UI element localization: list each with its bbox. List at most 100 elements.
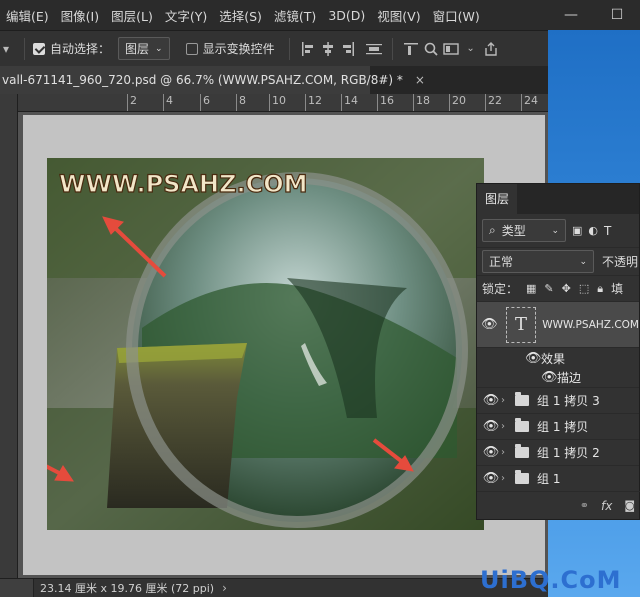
distribute-icon[interactable] <box>364 39 384 59</box>
ruler-tick: 18 <box>413 94 430 111</box>
fx-icon[interactable]: fx <box>601 499 612 513</box>
menu-edit[interactable]: 编辑(E) <box>0 6 55 25</box>
divider <box>288 37 290 60</box>
frame-icon[interactable] <box>441 39 461 59</box>
distribute-glyph <box>365 43 382 54</box>
image-filter-icon[interactable]: ▣ <box>572 224 582 237</box>
align-left-icon[interactable] <box>298 39 318 59</box>
layer-row-group[interactable]: 👁︎ › 组 1 拷贝 2 <box>477 440 639 466</box>
horizontal-ruler[interactable]: 2 4 6 8 10 12 14 16 18 20 22 24 <box>18 94 548 112</box>
show-transform-checkbox[interactable] <box>185 42 198 55</box>
fill-label: 填 <box>611 282 624 296</box>
visibility-eye-icon[interactable]: 👁︎ <box>481 317 498 332</box>
layer-row-group[interactable]: 👁︎ › 组 1 <box>477 466 639 492</box>
move-icon[interactable]: ✥ <box>562 282 571 295</box>
close-icon[interactable]: × <box>415 73 425 87</box>
ruler-tick: 8 <box>236 94 246 111</box>
site-watermark: UiBQ.CoM <box>480 566 622 594</box>
minimize-button[interactable]: — <box>548 7 594 23</box>
frame-glyph <box>442 42 459 55</box>
layer-filter-value: 类型 <box>501 224 526 238</box>
layer-name: 组 1 <box>537 472 561 486</box>
chevron-down-icon[interactable]: ⌄ <box>461 39 481 59</box>
document-canvas[interactable]: WWW.PSAHZ.COM <box>47 158 484 530</box>
share-icon[interactable] <box>481 39 501 59</box>
chevron-right-icon[interactable]: › <box>501 395 511 406</box>
ruler-tick: 16 <box>377 94 394 111</box>
layers-panel: 图层 ⌕ 类型 ⌄ ▣ ◐ T 正常 ⌄ 不透明 锁定： ▦ ✎ ✥ ⬚ 🔒︎ … <box>476 183 640 520</box>
maximize-button[interactable]: ☐ <box>594 7 640 23</box>
layer-name: WWW.PSAHZ.COM <box>542 318 639 331</box>
link-icon[interactable]: ⚭ <box>580 499 589 512</box>
visibility-eye-icon[interactable]: 👁︎ <box>481 471 501 486</box>
layer-row-text[interactable]: 👁︎ T WWW.PSAHZ.COM <box>477 302 639 348</box>
blend-row: 正常 ⌄ 不透明 <box>477 248 639 276</box>
chevron-right-icon[interactable]: › <box>501 473 511 484</box>
align-top-icon[interactable] <box>401 39 421 59</box>
type-filter-icon[interactable]: T <box>604 224 611 238</box>
menu-layer[interactable]: 图层(L) <box>105 6 159 25</box>
document-tab-title: vall-671141_960_720.psd @ 66.7% (WWW.PSA… <box>2 73 403 87</box>
menu-3d[interactable]: 3D(D) <box>322 8 371 23</box>
brush-icon[interactable]: ✎ <box>544 282 553 295</box>
align-center-icon[interactable] <box>318 39 338 59</box>
auto-select-checkbox[interactable] <box>33 42 45 55</box>
menu-window[interactable]: 窗口(W) <box>427 6 486 25</box>
auto-select-target-dropdown[interactable]: 图层 ⌄ <box>118 37 170 60</box>
artboard-icon[interactable]: ⬚ <box>579 282 589 295</box>
menu-type[interactable]: 文字(Y) <box>159 6 213 25</box>
ruler-tick: 2 <box>127 94 137 111</box>
layer-name: 组 1 拷贝 2 <box>537 446 600 460</box>
visibility-eye-icon[interactable]: 👁︎ <box>481 393 501 408</box>
layer-row-group[interactable]: 👁︎ › 组 1 拷贝 3 <box>477 388 639 414</box>
status-menu-arrow[interactable]: › <box>222 581 227 595</box>
options-bar: ▾ 自动选择： 图层 ⌄ 显示变换控件 ⌄ <box>0 30 548 66</box>
visibility-eye-icon[interactable]: 👁︎ <box>481 445 501 460</box>
layer-filter-dropdown[interactable]: ⌕ 类型 ⌄ <box>482 219 566 242</box>
ruler-tick: 10 <box>269 94 286 111</box>
adjustment-filter-icon[interactable]: ◐ <box>588 224 598 237</box>
ruler-tick: 24 <box>521 94 538 111</box>
menu-select[interactable]: 选择(S) <box>213 6 268 25</box>
layers-panel-tabbar: 图层 <box>477 184 639 214</box>
visibility-eye-icon[interactable]: 👁︎ <box>525 351 542 366</box>
stroke-effect-label: 描边 <box>557 371 582 385</box>
auto-select-label: 自动选择： <box>50 42 111 56</box>
chevron-right-icon[interactable]: › <box>501 421 511 432</box>
dropdown-chevron-icon[interactable]: ▾ <box>0 39 16 59</box>
effects-label: 效果 <box>541 351 566 366</box>
opacity-label: 不透明 <box>602 255 639 269</box>
ruler-tick: 22 <box>485 94 502 111</box>
vertical-ruler[interactable] <box>0 94 18 578</box>
menu-view[interactable]: 视图(V) <box>371 6 426 25</box>
layers-tab[interactable]: 图层 <box>477 184 518 214</box>
stroke-effect-row[interactable]: 👁︎ 描边 <box>477 368 639 388</box>
align-right-icon[interactable] <box>338 39 358 59</box>
ruler-tick: 6 <box>200 94 210 111</box>
zoom-field[interactable] <box>0 578 34 597</box>
folder-icon <box>515 444 529 458</box>
menu-image[interactable]: 图像(I) <box>55 6 105 25</box>
align-top-glyph <box>403 42 418 55</box>
lock-label: 锁定： <box>482 282 519 296</box>
chevron-down-icon: ⌄ <box>551 225 559 236</box>
align-center-glyph <box>322 41 333 56</box>
visibility-eye-icon[interactable]: 👁︎ <box>541 370 558 385</box>
menu-filter[interactable]: 滤镜(T) <box>268 6 322 25</box>
auto-select-target-value: 图层 <box>125 42 150 56</box>
effects-row[interactable]: 👁︎ 效果 <box>477 348 639 368</box>
chevron-right-icon[interactable]: › <box>501 447 511 458</box>
layer-row-group[interactable]: 👁︎ › 组 1 拷贝 <box>477 414 639 440</box>
search-icon[interactable] <box>421 39 441 59</box>
mask-icon[interactable]: ◙ <box>624 499 635 512</box>
menu-bar: 编辑(E) 图像(I) 图层(L) 文字(Y) 选择(S) 滤镜(T) 3D(D… <box>0 0 640 30</box>
blend-mode-dropdown[interactable]: 正常 ⌄ <box>482 250 594 273</box>
lock-icon[interactable]: 🔒︎ <box>597 282 603 296</box>
text-layer-thumbnail: T <box>505 306 537 343</box>
divider <box>391 37 393 60</box>
ruler-tick: 14 <box>341 94 358 111</box>
lock-pixels-icon[interactable]: ▦ <box>526 282 536 295</box>
visibility-eye-icon[interactable]: 👁︎ <box>481 419 501 434</box>
folder-icon <box>515 470 529 484</box>
document-tab[interactable]: vall-671141_960_720.psd @ 66.7% (WWW.PSA… <box>0 66 425 94</box>
